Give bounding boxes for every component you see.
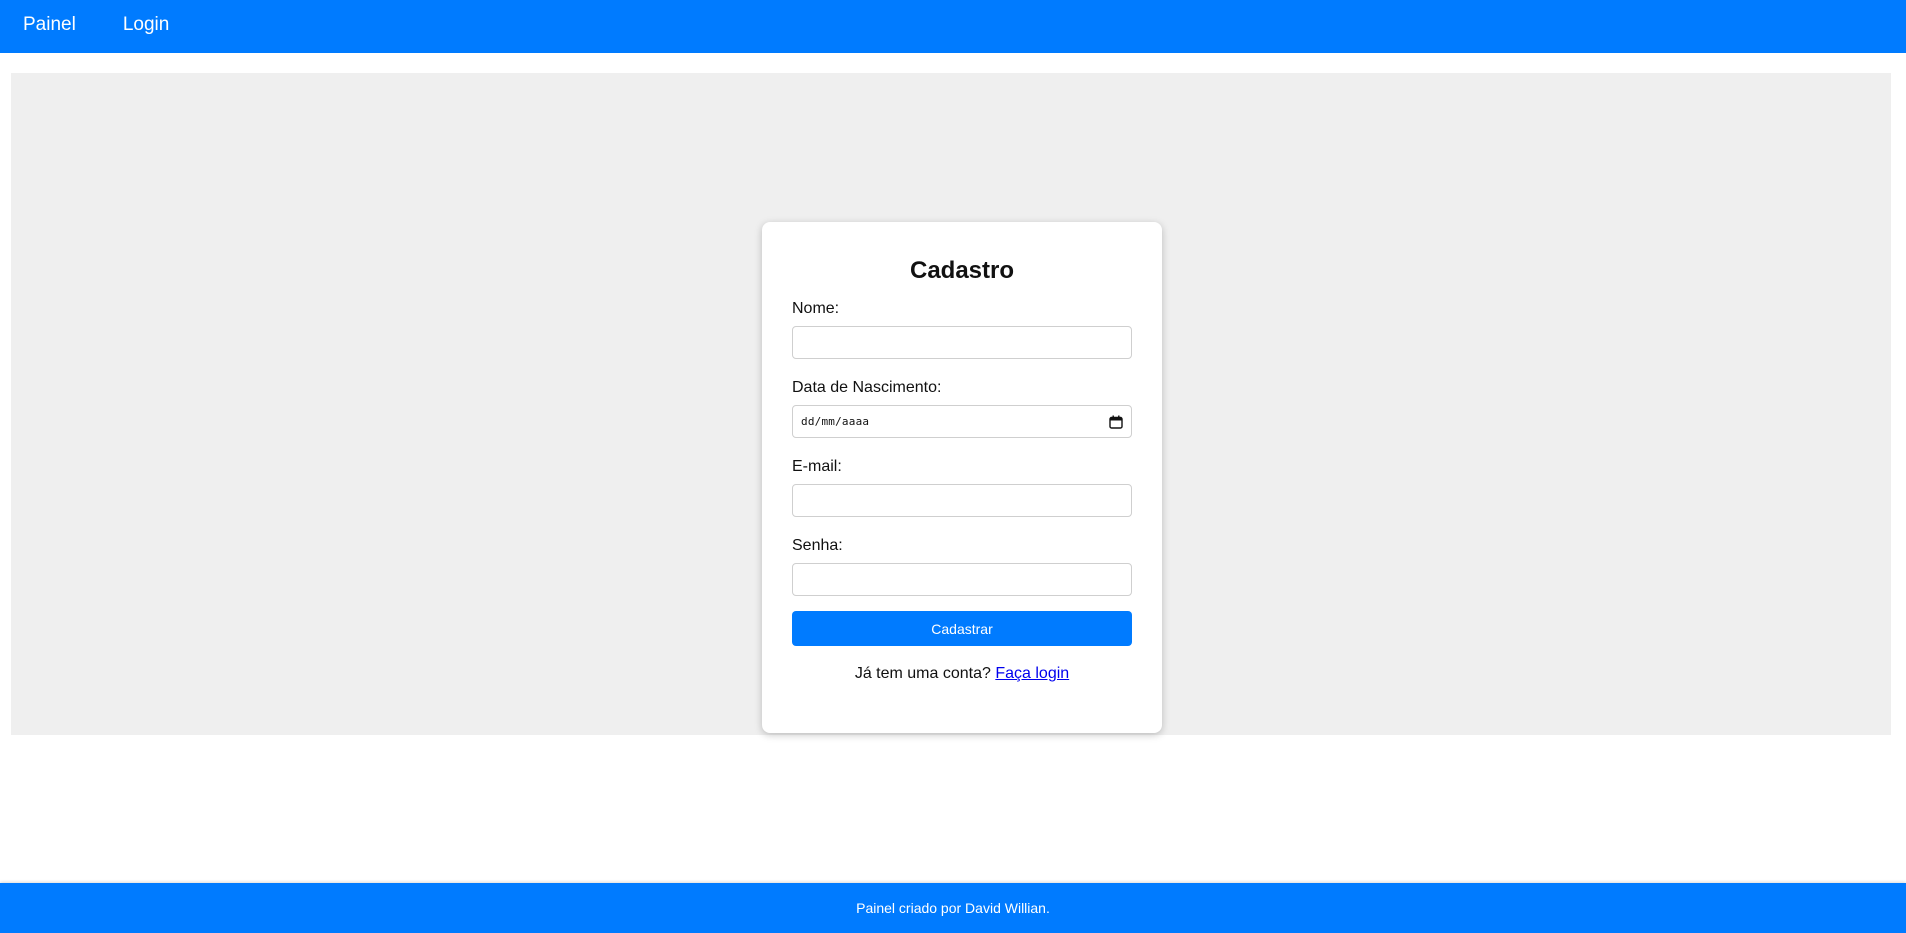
login-link[interactable]: Faça login — [995, 665, 1069, 682]
email-field-group: E-mail: — [792, 458, 1132, 517]
name-field-group: Nome: — [792, 300, 1132, 359]
page-footer: Painel criado por David Willian. — [0, 883, 1906, 933]
birthdate-field-group: Data de Nascimento: dd/mm/aaaa — [792, 379, 1132, 438]
login-prompt: Já tem uma conta? Faça login — [792, 665, 1132, 683]
login-prompt-text: Já tem uma conta? — [854, 665, 991, 682]
birthdate-label: Data de Nascimento: — [792, 379, 942, 396]
nav-link-login[interactable]: Login — [123, 14, 170, 36]
footer-text: Painel criado por David Willian. — [856, 900, 1050, 916]
email-label: E-mail: — [792, 458, 842, 475]
password-input[interactable] — [792, 563, 1132, 596]
calendar-icon[interactable] — [1109, 415, 1123, 429]
password-label: Senha: — [792, 537, 843, 554]
birthdate-input[interactable]: dd/mm/aaaa — [792, 405, 1132, 438]
register-button[interactable]: Cadastrar — [792, 611, 1132, 646]
top-navbar: Painel Login — [0, 0, 1906, 53]
name-input[interactable] — [792, 326, 1132, 359]
birthdate-placeholder: dd/mm/aaaa — [801, 415, 870, 428]
form-title: Cadastro — [909, 257, 1015, 284]
main-content-area: Cadastro Nome: Data de Nascimento: dd/mm… — [11, 73, 1891, 735]
name-label: Nome: — [792, 300, 840, 317]
email-input[interactable] — [792, 484, 1132, 517]
nav-link-painel[interactable]: Painel — [23, 14, 76, 36]
password-field-group: Senha: — [792, 537, 1132, 596]
registration-card: Cadastro Nome: Data de Nascimento: dd/mm… — [762, 222, 1162, 733]
